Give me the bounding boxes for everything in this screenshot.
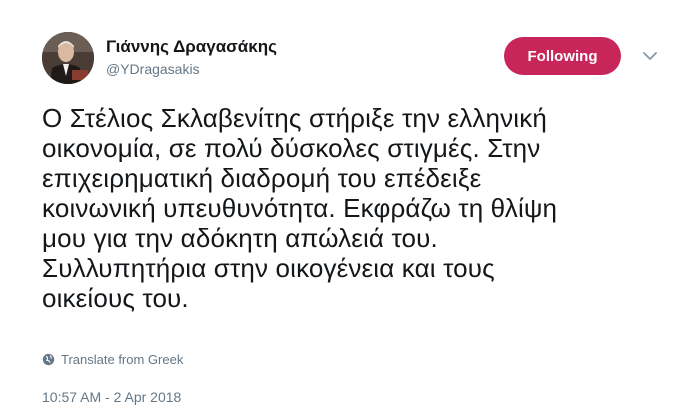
- tweet-timestamp[interactable]: 10:57 AM - 2 Apr 2018: [42, 389, 181, 405]
- globe-icon: [42, 353, 55, 366]
- translate-link[interactable]: Translate from Greek: [42, 352, 183, 367]
- tweet-card: Γιάννης Δραγασάκης @YDragasakis Followin…: [0, 0, 694, 419]
- chevron-down-icon[interactable]: [638, 44, 662, 68]
- display-name[interactable]: Γιάννης Δραγασάκης: [106, 37, 277, 57]
- following-button[interactable]: Following: [504, 37, 621, 75]
- avatar[interactable]: [42, 32, 94, 84]
- user-names: Γιάννης Δραγασάκης @YDragasakis: [106, 37, 277, 79]
- user-handle[interactable]: @YDragasakis: [106, 59, 277, 79]
- tweet-text: Ο Στέλιος Σκλαβενίτης στήριξε την ελληνι…: [42, 103, 558, 313]
- tweet-header: Γιάννης Δραγασάκης @YDragasakis Followin…: [42, 32, 694, 88]
- translate-label[interactable]: Translate from Greek: [61, 352, 183, 367]
